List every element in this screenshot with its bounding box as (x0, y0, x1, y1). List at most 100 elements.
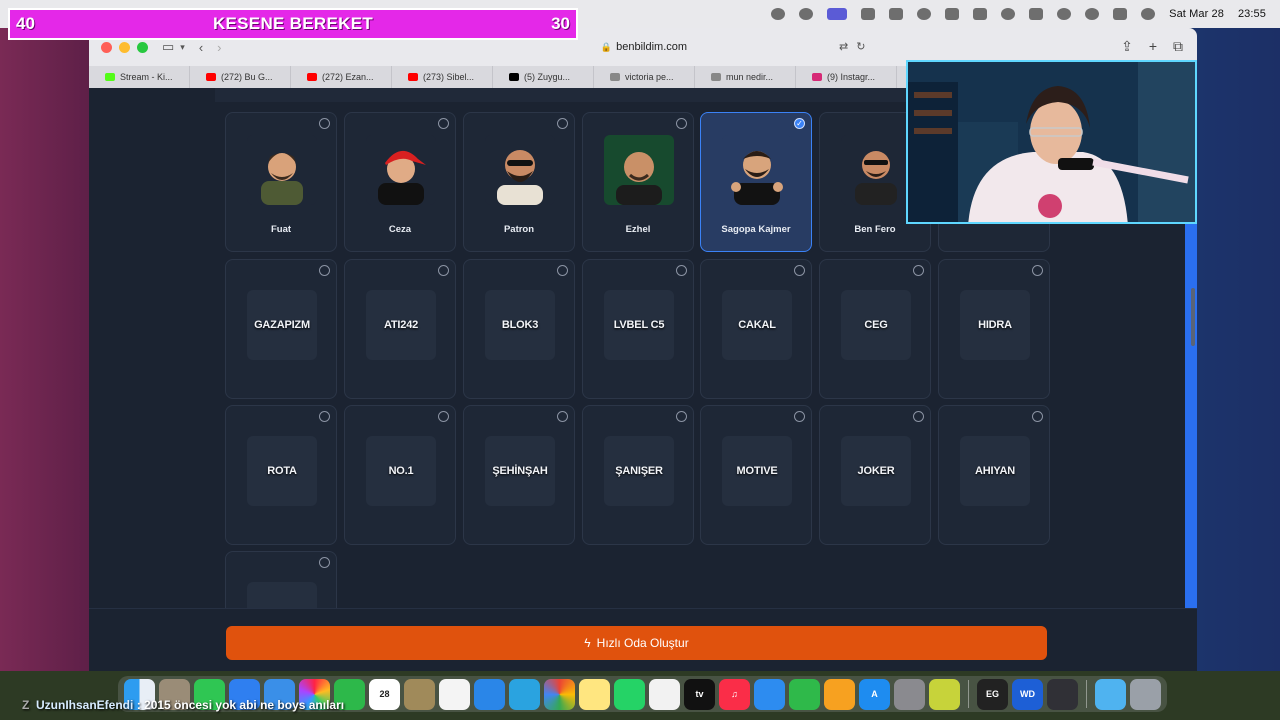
tab[interactable]: (272) Bu G... (190, 66, 291, 88)
artist-card[interactable]: GAZAPIZM (225, 259, 337, 399)
cloud-icon[interactable] (799, 8, 814, 20)
minimize-window-button[interactable] (119, 41, 130, 53)
control-center-icon[interactable] (1113, 8, 1128, 20)
artist-card[interactable]: JOKER (819, 405, 931, 545)
menubar-time[interactable]: 23:55 (1238, 8, 1266, 20)
artist-card[interactable]: Ezhel (582, 112, 694, 252)
artist-card[interactable]: MOTIVE (700, 405, 812, 545)
share-icon[interactable]: ⇪ (1121, 38, 1133, 55)
artist-card[interactable]: ✓ Sagopa Kajmer (700, 112, 812, 252)
tab[interactable]: (272) Ezan... (291, 66, 392, 88)
select-radio[interactable] (1032, 411, 1043, 422)
select-radio[interactable] (557, 265, 568, 276)
numbers-icon[interactable] (789, 678, 820, 710)
artist-card[interactable]: ROTA (225, 405, 337, 545)
select-radio[interactable] (438, 265, 449, 276)
artist-card[interactable]: ŞEHİNŞAH (463, 405, 575, 545)
telegram-icon[interactable] (509, 678, 540, 710)
whatsapp-icon[interactable] (614, 678, 645, 710)
search-icon[interactable] (1085, 8, 1100, 20)
tab[interactable]: victoria pe... (594, 66, 695, 88)
tool-icon[interactable] (929, 678, 960, 710)
close-window-button[interactable] (101, 41, 112, 53)
wd-icon[interactable]: WD (1012, 678, 1043, 710)
tab[interactable]: (9) Instagr... (796, 66, 897, 88)
artist-card[interactable]: CAKAL (700, 259, 812, 399)
select-radio[interactable] (794, 411, 805, 422)
new-tab-icon[interactable]: + (1149, 38, 1157, 55)
screen-share-icon[interactable] (827, 8, 848, 20)
dock-separator (1086, 680, 1087, 708)
battery-icon[interactable] (1029, 8, 1044, 20)
reminders-icon[interactable] (439, 678, 470, 710)
forward-icon[interactable]: › (217, 40, 221, 55)
select-radio[interactable] (319, 411, 330, 422)
weather-icon[interactable] (945, 8, 960, 20)
select-radio[interactable] (676, 118, 687, 129)
select-radio[interactable] (438, 411, 449, 422)
artist-card[interactable]: Ceza (344, 112, 456, 252)
app-store-icon[interactable]: A (859, 678, 890, 710)
artist-card[interactable]: Patron (463, 112, 575, 252)
select-radio[interactable] (913, 265, 924, 276)
artist-card[interactable]: BLOK3 (463, 259, 575, 399)
artist-card[interactable]: LVBEL C5 (582, 259, 694, 399)
tab[interactable]: (5) Zuygu... (493, 66, 594, 88)
artist-card[interactable]: AHIYAN (938, 405, 1050, 545)
eye-icon[interactable] (917, 8, 932, 20)
tab-overview-icon[interactable]: ⧉ (1173, 38, 1183, 55)
tab[interactable]: (273) Sibel... (392, 66, 493, 88)
artist-card[interactable]: NO.1 (344, 405, 456, 545)
select-radio[interactable] (913, 411, 924, 422)
siri-icon[interactable] (1141, 8, 1156, 20)
check-icon[interactable]: ✓ (794, 118, 805, 129)
keyboard-icon[interactable] (861, 8, 876, 20)
music-icon[interactable]: ♫ (719, 678, 750, 710)
play-icon[interactable] (1001, 8, 1016, 20)
chevron-down-icon[interactable]: ▾ (180, 42, 185, 53)
apple-tv-icon[interactable]: tv (684, 678, 715, 710)
calendar-icon[interactable]: 28 (369, 678, 400, 710)
select-radio[interactable] (319, 557, 330, 568)
trash-icon[interactable] (1130, 678, 1161, 710)
downloads-folder-icon[interactable] (1095, 678, 1126, 710)
select-radio[interactable] (794, 265, 805, 276)
reload-icon[interactable]: ↻ (856, 40, 865, 53)
keynote-icon[interactable] (754, 678, 785, 710)
select-radio[interactable] (1032, 265, 1043, 276)
folder-icon[interactable] (404, 678, 435, 710)
back-icon[interactable]: ‹ (199, 40, 203, 55)
artist-card[interactable]: CEG (819, 259, 931, 399)
tab[interactable]: mun nedir... (695, 66, 796, 88)
wifi-icon[interactable] (1057, 8, 1072, 20)
select-radio[interactable] (676, 265, 687, 276)
epic-games-icon[interactable]: EG (977, 678, 1008, 710)
select-radio[interactable] (557, 411, 568, 422)
chrome-icon[interactable] (544, 678, 575, 710)
scrollbar[interactable] (1191, 288, 1195, 346)
safari-icon[interactable] (474, 678, 505, 710)
select-radio[interactable] (438, 118, 449, 129)
zoom-window-button[interactable] (137, 41, 148, 53)
tab[interactable]: Stream - Ki... (89, 66, 190, 88)
menubar-date[interactable]: Sat Mar 28 (1169, 8, 1224, 20)
status-icon[interactable] (771, 8, 786, 20)
artist-card[interactable]: Fuat (225, 112, 337, 252)
artist-card[interactable]: ŞANIŞER (582, 405, 694, 545)
grid-icon[interactable] (889, 8, 904, 20)
notes-icon[interactable] (579, 678, 610, 710)
bluetooth-icon[interactable] (973, 8, 988, 20)
freeform-icon[interactable] (649, 678, 680, 710)
select-radio[interactable] (319, 118, 330, 129)
system-settings-icon[interactable] (894, 678, 925, 710)
pages-icon[interactable] (824, 678, 855, 710)
artist-card[interactable]: HIDRA (938, 259, 1050, 399)
sidebar-icon[interactable]: ▭ (162, 39, 174, 55)
translate-icon[interactable]: ⇄ (839, 40, 848, 53)
obs-icon[interactable] (1047, 678, 1078, 710)
select-radio[interactable] (557, 118, 568, 129)
select-radio[interactable] (676, 411, 687, 422)
quick-room-button[interactable]: ϟ Hızlı Oda Oluştur (226, 626, 1047, 660)
artist-card[interactable]: ATI242 (344, 259, 456, 399)
select-radio[interactable] (319, 265, 330, 276)
